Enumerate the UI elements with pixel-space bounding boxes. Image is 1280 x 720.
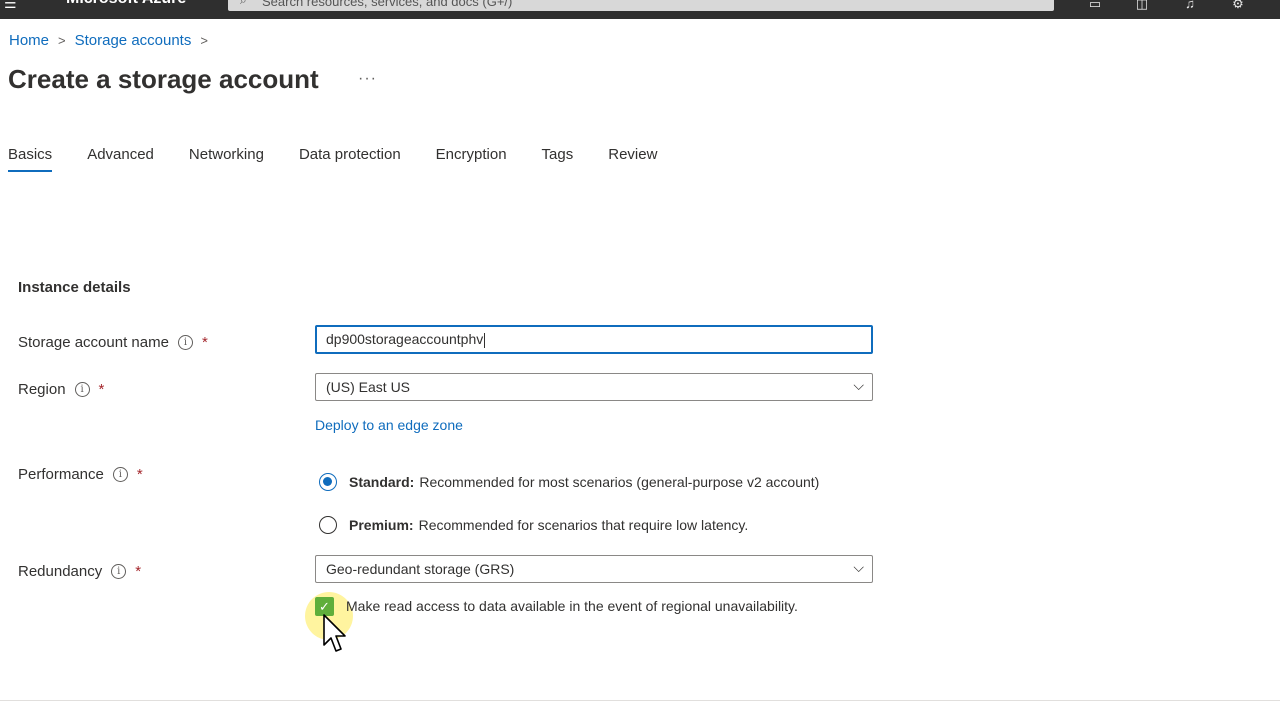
radio-button[interactable] xyxy=(319,473,337,491)
mouse-pointer-icon xyxy=(323,614,346,652)
more-options-button[interactable]: ··· xyxy=(358,70,377,88)
required-mark: * xyxy=(135,563,142,580)
read-access-label: Make read access to data available in th… xyxy=(346,598,798,614)
tab-tags[interactable]: Tags xyxy=(542,146,574,172)
input-value: dp900storageaccountphv xyxy=(326,331,484,347)
performance-premium-option[interactable]: Premium: Recommended for scenarios that … xyxy=(319,516,748,534)
performance-label: Performance i * xyxy=(18,466,143,483)
page-title: Create a storage account xyxy=(8,64,319,94)
brand-name[interactable]: Microsoft Azure xyxy=(66,0,186,8)
dropdown-value: (US) East US xyxy=(326,379,411,395)
performance-standard-option[interactable]: Standard: Recommended for most scenarios… xyxy=(319,473,819,491)
chevron-down-icon: ⌵ xyxy=(853,559,864,575)
info-icon[interactable]: i xyxy=(177,335,193,350)
tab-advanced[interactable]: Advanced xyxy=(87,146,154,172)
settings-icon[interactable]: ⚙ xyxy=(1228,0,1248,11)
chevron-right-icon: > xyxy=(200,33,208,48)
info-icon[interactable]: i xyxy=(112,467,128,482)
option-name: Standard: xyxy=(349,474,415,490)
search-input[interactable]: ⌕ Search resources, services, and docs (… xyxy=(228,0,1054,11)
tab-review[interactable]: Review xyxy=(608,146,657,172)
notifications-icon[interactable]: ♫ xyxy=(1180,0,1200,11)
label-text: Region xyxy=(18,381,66,398)
tab-encryption[interactable]: Encryption xyxy=(436,146,507,172)
required-mark: * xyxy=(201,334,208,351)
deploy-edge-zone-link[interactable]: Deploy to an edge zone xyxy=(315,417,463,433)
top-bar: ☰ Microsoft Azure ⌕ Search resources, se… xyxy=(0,0,1280,19)
region-label: Region i * xyxy=(18,381,104,398)
breadcrumb: Home > Storage accounts > xyxy=(9,32,217,49)
text-caret xyxy=(484,332,486,348)
cloud-shell-icon[interactable]: ▭ xyxy=(1085,0,1105,11)
divider xyxy=(0,700,1280,701)
tab-data-protection[interactable]: Data protection xyxy=(299,146,401,172)
option-description: Recommended for most scenarios (general-… xyxy=(419,474,820,490)
search-icon: ⌕ xyxy=(240,0,247,7)
breadcrumb-storage-accounts[interactable]: Storage accounts xyxy=(75,32,192,49)
redundancy-dropdown[interactable]: Geo-redundant storage (GRS) ⌵ xyxy=(315,555,873,583)
redundancy-label: Redundancy i * xyxy=(18,563,141,580)
required-mark: * xyxy=(136,466,143,483)
info-icon[interactable]: i xyxy=(111,564,127,579)
chevron-right-icon: > xyxy=(58,33,66,48)
label-text: Storage account name xyxy=(18,334,169,351)
option-name: Premium: xyxy=(349,517,414,533)
option-description: Recommended for scenarios that require l… xyxy=(418,517,749,533)
search-placeholder: Search resources, services, and docs (G+… xyxy=(262,0,513,9)
section-title: Instance details xyxy=(18,279,131,296)
tab-basics[interactable]: Basics xyxy=(8,146,53,172)
menu-icon[interactable]: ☰ xyxy=(4,0,22,10)
required-mark: * xyxy=(98,381,105,398)
radio-button[interactable] xyxy=(319,516,337,534)
label-text: Performance xyxy=(18,466,104,483)
chevron-down-icon: ⌵ xyxy=(853,377,864,393)
storage-account-name-input[interactable]: dp900storageaccountphv xyxy=(315,325,873,354)
storage-account-name-label: Storage account name i * xyxy=(18,334,208,351)
tab-networking[interactable]: Networking xyxy=(189,146,264,172)
breadcrumb-home[interactable]: Home xyxy=(9,32,49,49)
tab-bar: Basics Advanced Networking Data protecti… xyxy=(8,146,692,172)
directory-icon[interactable]: ◫ xyxy=(1132,0,1152,11)
dropdown-value: Geo-redundant storage (GRS) xyxy=(326,561,515,577)
label-text: Redundancy xyxy=(18,563,103,580)
region-dropdown[interactable]: (US) East US ⌵ xyxy=(315,373,873,401)
info-icon[interactable]: i xyxy=(74,382,90,397)
